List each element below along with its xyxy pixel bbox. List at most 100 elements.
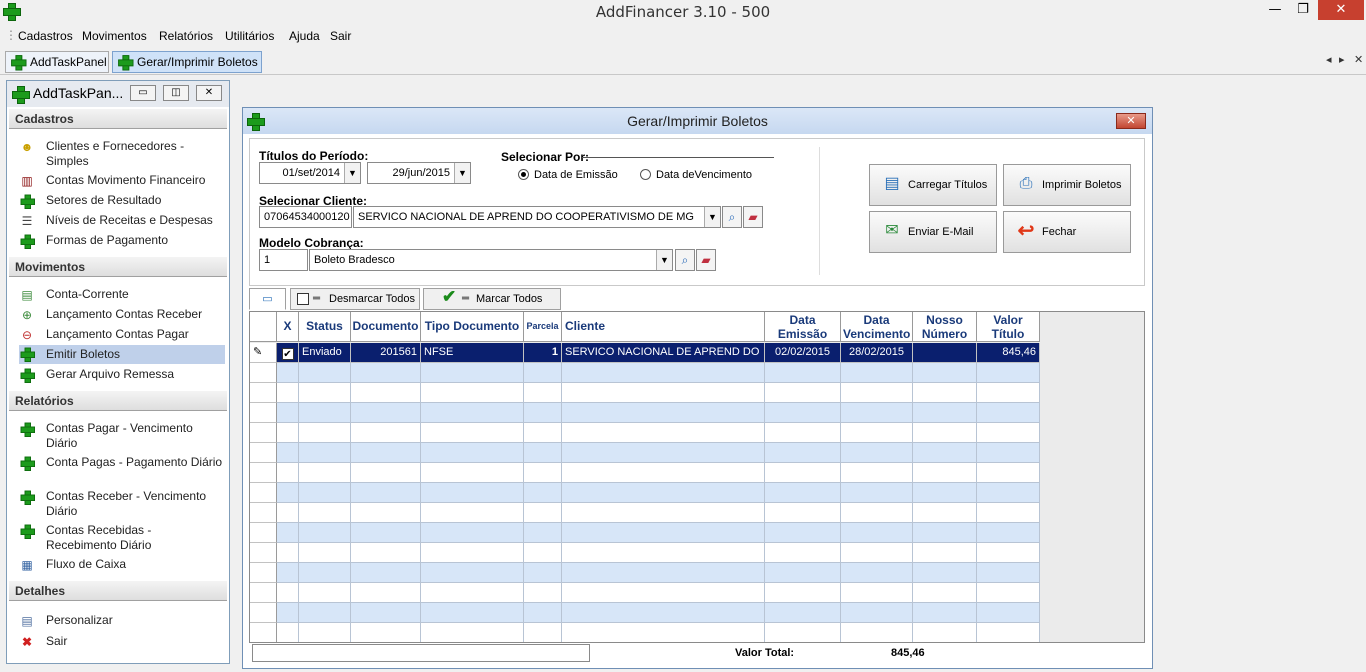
client-select[interactable]: SERVICO NACIONAL DE APREND DO COOPERATIV… bbox=[353, 206, 721, 228]
item-gerar-remessa[interactable]: Gerar Arquivo Remessa bbox=[19, 367, 225, 383]
cell-documento[interactable] bbox=[351, 463, 421, 483]
cell-vencimento[interactable] bbox=[841, 563, 913, 583]
cell-vencimento[interactable] bbox=[841, 623, 913, 642]
item-personalizar[interactable]: ▤ Personalizar bbox=[19, 613, 225, 628]
restore-button[interactable]: ❐ bbox=[1290, 0, 1316, 20]
item-contas-receber-vencimento[interactable]: Contas Receber - Vencimento Diário bbox=[19, 489, 225, 519]
cell-nosso-numero[interactable] bbox=[913, 583, 977, 603]
modelo-select[interactable]: Boleto Bradesco ▼ bbox=[309, 249, 673, 271]
cell-tipo[interactable] bbox=[421, 503, 524, 523]
cell-vencimento[interactable] bbox=[841, 603, 913, 623]
item-lancamento-pagar[interactable]: ⊖ Lançamento Contas Pagar bbox=[19, 327, 225, 342]
cell-emissao[interactable] bbox=[765, 443, 841, 463]
modelo-code-input[interactable]: 1 bbox=[259, 249, 308, 271]
cell-documento[interactable] bbox=[351, 403, 421, 423]
cell-vencimento[interactable]: 28/02/2015 bbox=[841, 343, 913, 363]
cell-documento[interactable] bbox=[351, 423, 421, 443]
cell-documento[interactable] bbox=[351, 583, 421, 603]
cell-status[interactable] bbox=[299, 463, 351, 483]
row-check[interactable] bbox=[277, 403, 299, 423]
row-check[interactable] bbox=[277, 583, 299, 603]
cell-nosso-numero[interactable] bbox=[913, 443, 977, 463]
column-header-cliente[interactable]: Cliente bbox=[562, 312, 765, 342]
row-indicator[interactable] bbox=[250, 583, 277, 603]
cell-tipo[interactable] bbox=[421, 443, 524, 463]
row-check[interactable]: ✔ bbox=[277, 343, 299, 363]
menu-movimentos[interactable]: Movimentos bbox=[82, 29, 147, 43]
column-header-documento[interactable]: Documento bbox=[351, 312, 421, 342]
column-header-tipo-documento[interactable]: Tipo Documento bbox=[421, 312, 524, 342]
cell-cliente[interactable] bbox=[562, 543, 765, 563]
item-fluxo-caixa[interactable]: ▦ Fluxo de Caixa bbox=[19, 557, 225, 572]
item-formas-pagamento[interactable]: Formas de Pagamento bbox=[19, 233, 225, 249]
cell-documento[interactable] bbox=[351, 483, 421, 503]
item-contas-movimento[interactable]: ▥ Contas Movimento Financeiro bbox=[19, 173, 225, 188]
section-relatorios[interactable]: Relatórios bbox=[9, 391, 227, 411]
footer-filter-input[interactable] bbox=[252, 644, 590, 662]
cell-parcela[interactable]: 1 bbox=[524, 343, 562, 363]
cell-status[interactable]: Enviado bbox=[299, 343, 351, 363]
item-lancamento-receber[interactable]: ⊕ Lançamento Contas Receber bbox=[19, 307, 225, 322]
cell-nosso-numero[interactable] bbox=[913, 623, 977, 642]
chevron-down-icon[interactable]: ▼ bbox=[656, 250, 672, 270]
cell-documento[interactable] bbox=[351, 563, 421, 583]
cell-vencimento[interactable] bbox=[841, 543, 913, 563]
column-header-x[interactable]: X bbox=[277, 312, 299, 342]
cell-valor[interactable] bbox=[977, 403, 1040, 423]
cell-status[interactable] bbox=[299, 603, 351, 623]
cell-status[interactable] bbox=[299, 563, 351, 583]
panel-restore-button[interactable]: ◫ bbox=[163, 85, 189, 101]
column-header-parcela[interactable]: Parcela bbox=[524, 312, 562, 342]
cell-cliente[interactable] bbox=[562, 383, 765, 403]
item-emitir-boletos[interactable]: Emitir Boletos bbox=[19, 345, 225, 364]
row-check[interactable] bbox=[277, 443, 299, 463]
column-header-data-emissao[interactable]: Data Emissão bbox=[765, 312, 841, 342]
tab-addtaskpanel[interactable]: AddTaskPanel bbox=[5, 51, 109, 73]
minimize-button[interactable]: — bbox=[1262, 0, 1288, 20]
radio-data-emissao[interactable]: Data de Emissão bbox=[518, 169, 618, 181]
cell-emissao[interactable] bbox=[765, 623, 841, 642]
cell-emissao[interactable] bbox=[765, 383, 841, 403]
section-cadastros[interactable]: Cadastros bbox=[9, 109, 227, 129]
cell-documento[interactable] bbox=[351, 543, 421, 563]
cell-emissao[interactable] bbox=[765, 423, 841, 443]
cell-emissao[interactable] bbox=[765, 563, 841, 583]
cell-cliente[interactable]: SERVICO NACIONAL DE APREND DO bbox=[562, 343, 765, 363]
cell-vencimento[interactable] bbox=[841, 403, 913, 423]
client-search-button[interactable]: ⌕ bbox=[722, 206, 742, 228]
cell-parcela[interactable] bbox=[524, 403, 562, 423]
cell-tipo[interactable] bbox=[421, 583, 524, 603]
cell-tipo[interactable] bbox=[421, 403, 524, 423]
modelo-clear-button[interactable]: ▰ bbox=[696, 249, 716, 271]
cell-valor[interactable]: 845,46 bbox=[977, 343, 1040, 363]
cell-emissao[interactable]: 02/02/2015 bbox=[765, 343, 841, 363]
cell-emissao[interactable] bbox=[765, 363, 841, 383]
cell-nosso-numero[interactable] bbox=[913, 503, 977, 523]
cell-valor[interactable] bbox=[977, 503, 1040, 523]
panel-close-button[interactable]: ✕ bbox=[196, 85, 222, 101]
cell-vencimento[interactable] bbox=[841, 503, 913, 523]
row-indicator[interactable] bbox=[250, 523, 277, 543]
row-indicator[interactable] bbox=[250, 423, 277, 443]
cell-tipo[interactable] bbox=[421, 523, 524, 543]
row-check[interactable] bbox=[277, 603, 299, 623]
row-check[interactable] bbox=[277, 523, 299, 543]
cell-tipo[interactable] bbox=[421, 543, 524, 563]
cell-vencimento[interactable] bbox=[841, 583, 913, 603]
section-movimentos[interactable]: Movimentos bbox=[9, 257, 227, 277]
cell-nosso-numero[interactable] bbox=[913, 383, 977, 403]
item-setores-resultado[interactable]: Setores de Resultado bbox=[19, 193, 225, 209]
row-indicator[interactable] bbox=[250, 563, 277, 583]
row-indicator[interactable] bbox=[250, 623, 277, 642]
cell-parcela[interactable] bbox=[524, 483, 562, 503]
item-sair[interactable]: ✖ Sair bbox=[19, 634, 225, 649]
cell-tipo[interactable] bbox=[421, 563, 524, 583]
fechar-button[interactable]: ↩ Fechar bbox=[1003, 211, 1131, 253]
chevron-down-icon[interactable]: ▼ bbox=[454, 163, 470, 183]
cell-documento[interactable] bbox=[351, 383, 421, 403]
cell-tipo[interactable] bbox=[421, 363, 524, 383]
cell-tipo[interactable] bbox=[421, 623, 524, 642]
cell-tipo[interactable] bbox=[421, 423, 524, 443]
cell-emissao[interactable] bbox=[765, 603, 841, 623]
cell-status[interactable] bbox=[299, 523, 351, 543]
